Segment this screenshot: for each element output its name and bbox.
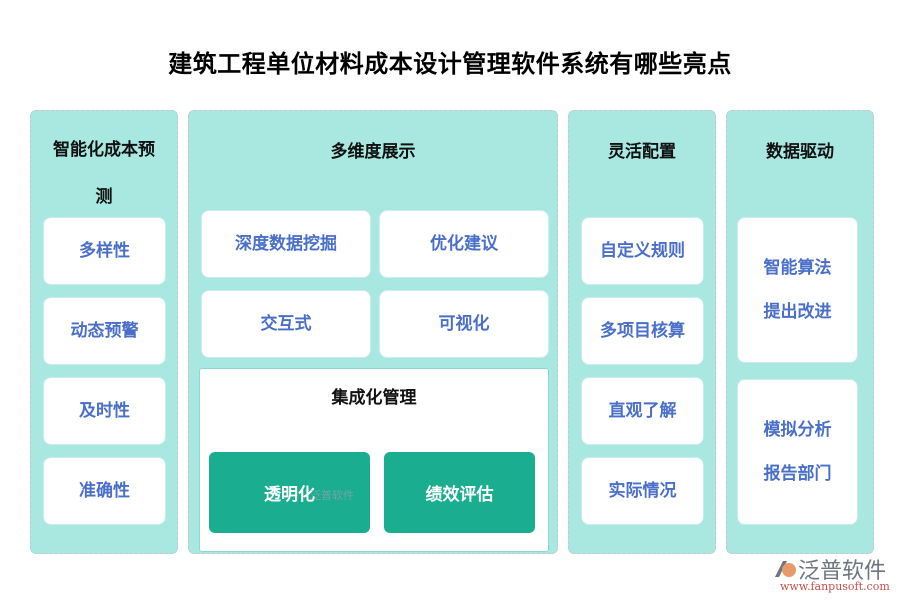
card-label: 透明化 [264, 485, 315, 505]
card-interactive: 交互式 [201, 290, 371, 358]
column-heading: 多维度展示 [330, 142, 416, 162]
card-smart-algorithm: 智能算法 提出改进 [737, 217, 858, 363]
fanpu-logo-icon [775, 561, 796, 577]
card-timeliness: 及时性 [43, 377, 166, 445]
card-performance-evaluation: 绩效评估 [384, 452, 535, 533]
card-label: 可视化 [438, 314, 490, 334]
card-label: 深度数据挖掘 [235, 234, 337, 254]
column-heading-line1: 智能化成本预 [53, 140, 155, 160]
card-deep-data-mining: 深度数据挖掘 [201, 210, 371, 278]
card-label: 自定义规则 [600, 241, 685, 261]
card-actual-situation: 实际情况 [581, 457, 704, 525]
column-heading-line2: 测 [95, 187, 113, 207]
card-simulation-analysis: 模拟分析 报告部门 [737, 379, 858, 525]
card-label: 动态预警 [70, 321, 139, 341]
card-label-line1: 模拟分析 [763, 420, 832, 440]
card-label: 及时性 [79, 401, 130, 421]
logo-url: www.fanpusoft.com [780, 580, 890, 593]
card-multi-project-accounting: 多项目核算 [581, 297, 704, 365]
column-heading: 灵活配置 [608, 142, 676, 162]
column-heading: 数据驱动 [766, 142, 834, 162]
card-dynamic-alert: 动态预警 [43, 297, 166, 365]
card-label: 多样性 [79, 241, 130, 261]
card-label-line2: 提出改进 [763, 302, 832, 322]
card-label: 交互式 [260, 314, 312, 334]
card-diversity: 多样性 [43, 217, 166, 285]
card-visualization: 可视化 [379, 290, 549, 358]
integrated-management-panel: 集成化管理 透明化 绩效评估 [199, 368, 549, 552]
card-label: 绩效评估 [425, 485, 494, 505]
sub-panel-heading: 集成化管理 [331, 388, 417, 408]
card-label-line1: 智能算法 [763, 258, 832, 278]
column-heading: 智能化成本预 测 [31, 135, 177, 207]
card-label: 多项目核算 [600, 321, 685, 341]
page-title: 建筑工程单位材料成本设计管理软件系统有哪些亮点 [168, 50, 732, 78]
card-accuracy: 准确性 [43, 457, 166, 525]
card-label: 实际情况 [608, 481, 677, 501]
watermark: 泛普软件 [310, 489, 354, 502]
card-label-line2: 报告部门 [763, 464, 832, 484]
card-optimization-advice: 优化建议 [379, 210, 549, 278]
card-custom-rules: 自定义规则 [581, 217, 704, 285]
card-label: 直观了解 [608, 401, 677, 421]
column-multi-dimensional: 多维度展示 深度数据挖掘 优化建议 交互式 可视化 集成化管理 透明化 绩效评估 [188, 110, 558, 554]
brand-logo: 泛普软件 www.fanpusoft.com [770, 553, 895, 597]
column-data-driven: 数据驱动 智能算法 提出改进 模拟分析 报告部门 [726, 110, 874, 554]
card-label: 优化建议 [430, 234, 498, 254]
card-label: 准确性 [79, 481, 130, 501]
column-flexible-config: 灵活配置 自定义规则 多项目核算 直观了解 实际情况 [568, 110, 716, 554]
column-smart-cost-prediction: 智能化成本预 测 多样性 动态预警 及时性 准确性 [30, 110, 178, 554]
card-intuitive-understanding: 直观了解 [581, 377, 704, 445]
